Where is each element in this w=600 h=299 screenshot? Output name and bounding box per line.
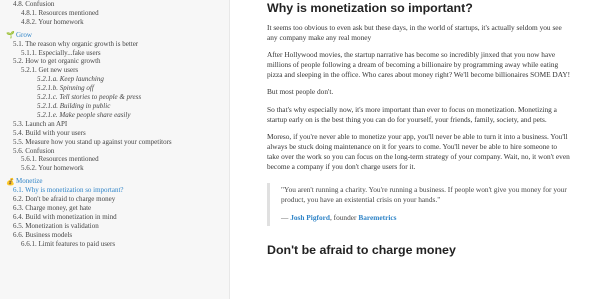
toc-item[interactable]: 5.1.1. Especially...fake users [0, 49, 229, 58]
paragraph-3: But most people don't. [267, 87, 334, 97]
toc-section-label: Grow [16, 30, 32, 39]
toc-item[interactable]: 5.2.1.c. Tell stories to people & press [0, 93, 229, 102]
paragraph-4: So that's why especially now, it's more … [267, 104, 557, 124]
quote-block: "You aren't running a charity. You're ru… [267, 183, 571, 227]
toc-section-label: Monetize [16, 177, 43, 186]
toc-item[interactable]: 6.6. Business models [0, 231, 229, 240]
toc-item[interactable]: 6.5. Monetization is validation [0, 222, 229, 231]
seedling-icon: 🌱 [6, 31, 15, 40]
toc-item[interactable]: 5.2.1.b. Spinning off [0, 84, 229, 93]
toc-item[interactable]: 5.2.1. Get new users [0, 66, 229, 75]
quote-citation: — Josh Pigford, founder Baremetrics [281, 213, 571, 223]
toc-item[interactable]: 5.6.1. Resources mentioned [0, 155, 229, 164]
paragraph-5: Moreso, if you're never able to monetize… [267, 131, 570, 172]
quote-dash: — [281, 213, 291, 223]
article-pane: Why is monetization so important? It see… [231, 0, 600, 299]
toc-item[interactable]: 5.3. Launch an API [0, 120, 229, 129]
toc-item[interactable]: 4.8.2. Your homework [0, 18, 229, 27]
toc-item[interactable]: 5.1. The reason why organic growth is be… [0, 40, 229, 49]
toc-item[interactable]: 6.6.1. Limit features to paid users [0, 240, 229, 249]
toc-item[interactable]: 4.8. Confusion [0, 0, 229, 9]
toc-section-monetize[interactable]: 💰 Monetize [0, 177, 229, 186]
toc-item[interactable]: 5.2.1.e. Make people share easily [0, 111, 229, 120]
toc-item[interactable]: 5.6. Confusion [0, 147, 229, 156]
toc-item[interactable]: 5.2.1.d. Building in public [0, 102, 229, 111]
toc-item[interactable]: 5.5. Measure how you stand up against yo… [0, 138, 229, 147]
company-link[interactable]: Baremetrics [358, 213, 396, 222]
author-link[interactable]: Josh Pigford [290, 213, 330, 222]
toc-item[interactable]: 5.4. Build with your users [0, 129, 229, 138]
citation-separator: , founder [329, 213, 359, 223]
toc-item[interactable]: 6.2. Don't be afraid to charge money [0, 195, 229, 204]
paragraph-1: It seems too obvious to even ask but the… [267, 23, 562, 43]
toc-item[interactable]: 5.2.1.a. Keep launching [0, 75, 229, 84]
toc-list: 4.8. Confusion 4.8.1. Resources mentioned… [0, 0, 229, 248]
toc-item[interactable]: 5.6.2. Your homework [0, 164, 229, 173]
article-content: Why is monetization so important? It see… [267, 0, 571, 258]
section-heading: Why is monetization so important? [267, 1, 473, 15]
toc-section-grow[interactable]: 🌱 Grow [0, 31, 229, 40]
paragraph-2: After Hollywood movies, the startup narr… [267, 50, 571, 80]
toc-item-active[interactable]: 6.1. Why is monetization so important? [0, 186, 229, 195]
money-bag-icon: 💰 [6, 177, 15, 186]
sidebar-toc: 4.8. Confusion 4.8.1. Resources mentioned… [0, 0, 230, 299]
toc-item[interactable]: 5.2. How to get organic growth [0, 57, 229, 66]
toc-item[interactable]: 6.3. Charge money, get hate [0, 204, 229, 213]
toc-item[interactable]: 4.8.1. Resources mentioned [0, 9, 229, 18]
quote-text: "You aren't running a charity. You're ru… [281, 185, 567, 205]
toc-item[interactable]: 6.4. Build with monetization in mind [0, 213, 229, 222]
next-section-heading: Don't be afraid to charge money [267, 243, 456, 258]
